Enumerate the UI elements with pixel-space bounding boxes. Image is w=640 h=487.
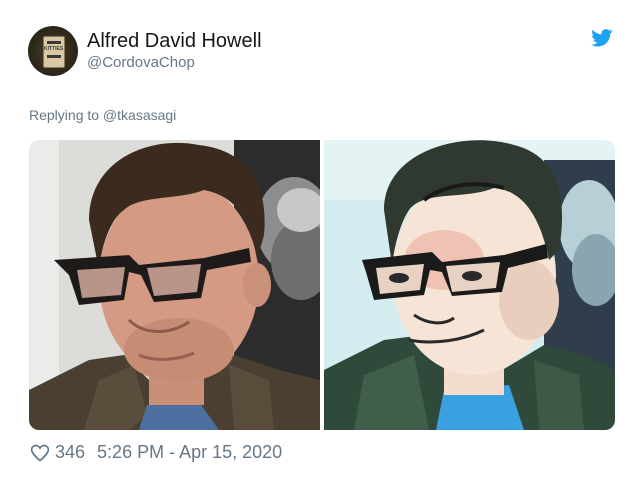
- avatar-sign: [43, 36, 65, 68]
- cartoon-photo-art: [324, 140, 615, 430]
- tweet-footer: 346 5:26 PM - Apr 15, 2020: [30, 442, 282, 463]
- twitter-bird-icon[interactable]: [591, 29, 613, 47]
- tweet-timestamp[interactable]: 5:26 PM - Apr 15, 2020: [97, 442, 282, 463]
- cartoon-filtered-photo[interactable]: [324, 140, 615, 430]
- media-grid: [29, 140, 615, 430]
- author-names: Alfred David Howell @CordovaChop: [87, 29, 262, 73]
- author-handle[interactable]: @CordovaChop: [87, 53, 262, 73]
- tweet-header: KITTIES Alfred David Howell @CordovaChop: [28, 26, 262, 76]
- author-display-name[interactable]: Alfred David Howell: [87, 29, 262, 53]
- replying-to[interactable]: Replying to @tkasasagi: [29, 107, 176, 123]
- original-photo[interactable]: [29, 140, 320, 430]
- original-photo-art: [29, 140, 320, 430]
- tweet-card: KITTIES Alfred David Howell @CordovaChop…: [0, 0, 640, 487]
- avatar[interactable]: KITTIES: [28, 26, 78, 76]
- heart-outline-icon[interactable]: [30, 443, 50, 463]
- like-count[interactable]: 346: [55, 442, 85, 463]
- avatar-sign-text: KITTIES: [44, 46, 64, 52]
